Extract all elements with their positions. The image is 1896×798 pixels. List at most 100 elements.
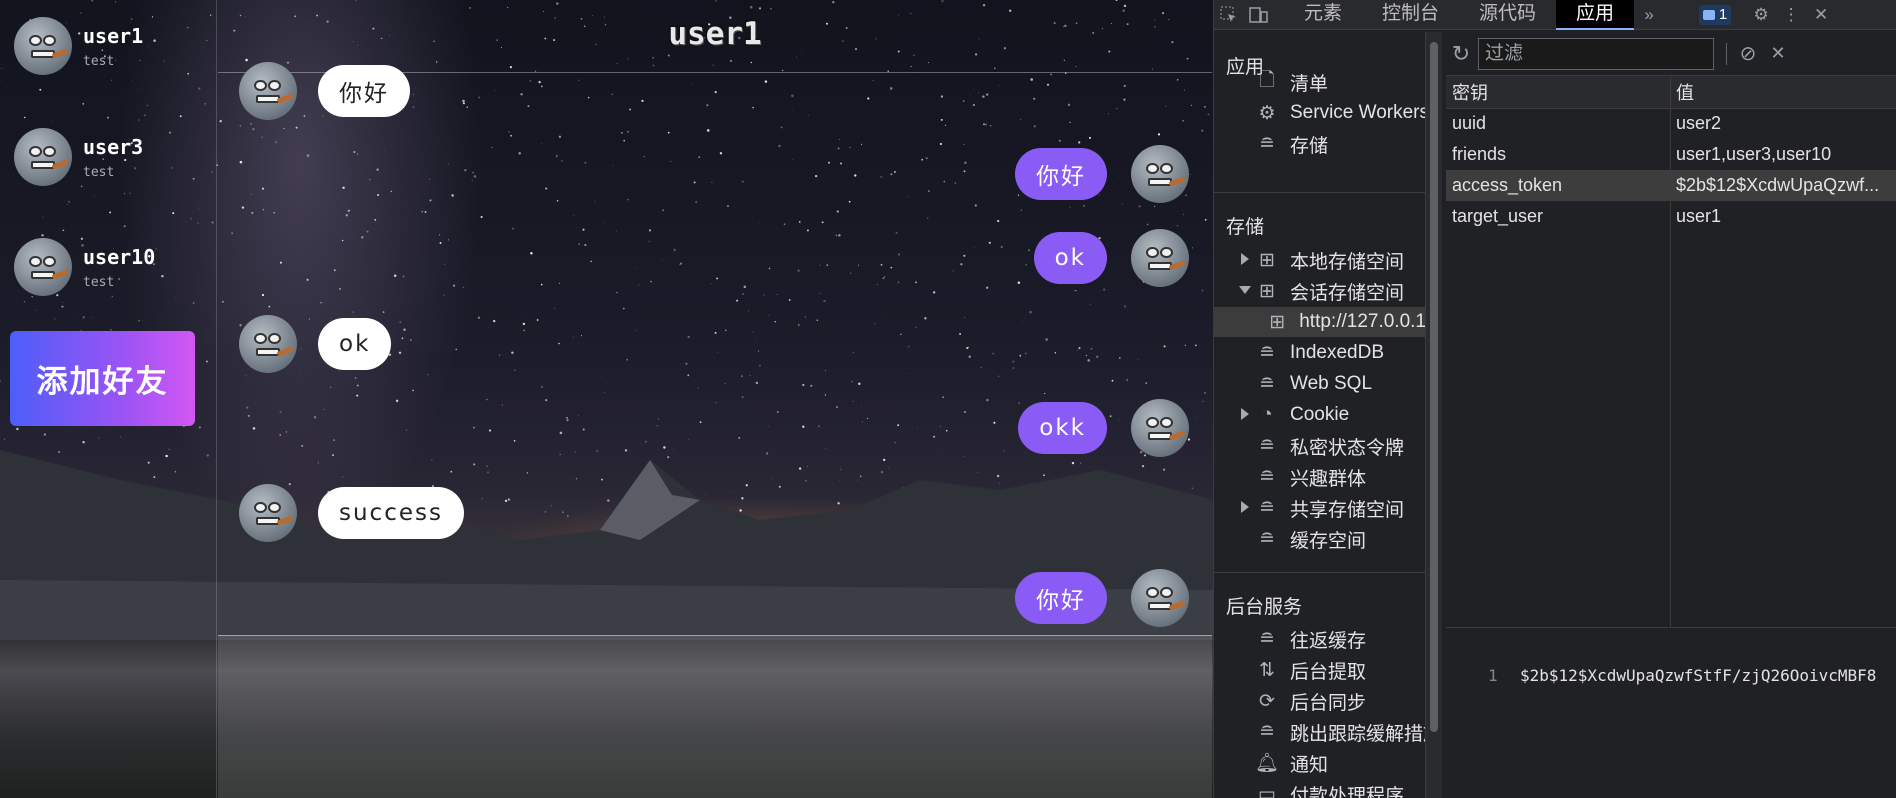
row-value: user1	[1676, 206, 1722, 226]
sync-icon: ⟳	[1259, 690, 1275, 712]
nav-payment-handler[interactable]: ▭ 付款处理程序	[1256, 779, 1404, 798]
column-header-value[interactable]: 值	[1670, 76, 1896, 109]
message-sent: 你好	[1015, 569, 1189, 627]
nav-local-storage[interactable]: ⊞ 本地存储空间	[1256, 245, 1404, 275]
friend-item[interactable]: user1 test	[14, 17, 143, 75]
collapse-caret-icon[interactable]	[1239, 286, 1251, 294]
storage-toolbar: ↻ ⊘ ✕	[1446, 32, 1896, 76]
table-icon: ⊞	[1259, 280, 1275, 302]
kebab-menu-icon[interactable]: ⋮	[1776, 0, 1806, 30]
message-bubble: 你好	[1015, 572, 1107, 624]
device-toolbar-icon[interactable]	[1244, 0, 1274, 30]
nav-bfcache[interactable]: ≘ 往返缓存	[1256, 624, 1366, 654]
more-tabs-icon[interactable]: »	[1634, 0, 1664, 30]
database-icon: ≘	[1259, 721, 1275, 743]
database-icon: ≘	[1259, 435, 1275, 457]
row-value: user1,user3,user10	[1676, 144, 1832, 164]
friend-item[interactable]: user3 test	[14, 128, 143, 186]
message-sent: okk	[1018, 399, 1189, 457]
database-icon: ≘	[1259, 497, 1275, 519]
nav-interest-groups[interactable]: ≘ 兴趣群体	[1256, 462, 1366, 492]
nav-service-workers[interactable]: ⚙ Service Workers	[1256, 98, 1425, 128]
table-row[interactable]: target_user user1	[1446, 201, 1896, 232]
gears-icon: ⚙	[1258, 102, 1276, 124]
settings-gear-icon[interactable]: ⚙	[1746, 0, 1776, 30]
avatar	[239, 315, 297, 373]
scrollbar-thumb[interactable]	[1430, 42, 1438, 732]
storage-table-panel: ↻ ⊘ ✕ 密钥 值 uuid user2 friends user1,user3,…	[1446, 32, 1896, 798]
bell-icon: 🔔︎	[1254, 753, 1280, 774]
expand-caret-icon[interactable]	[1241, 253, 1249, 265]
database-icon: ≘	[1259, 466, 1275, 488]
nav-notifications[interactable]: 🔔︎ 通知	[1254, 748, 1328, 778]
nav-cookies[interactable]: ◔ Cookie	[1256, 400, 1349, 430]
table-row[interactable]: friends user1,user3,user10	[1446, 139, 1896, 170]
nav-session-storage[interactable]: ⊞ 会话存储空间	[1256, 276, 1404, 306]
nav-shared-storage[interactable]: ≘ 共享存储空间	[1256, 493, 1404, 523]
issue-count: 1	[1718, 6, 1728, 23]
message-bubble: 你好	[318, 65, 410, 117]
close-icon[interactable]: ✕	[1806, 0, 1836, 30]
message-icon	[1702, 9, 1715, 20]
column-header-key[interactable]: 密钥	[1446, 76, 1670, 109]
storage-table: 密钥 值 uuid user2 friends user1,user3,user10…	[1446, 76, 1896, 232]
line-number: 1	[1488, 666, 1498, 685]
avatar	[14, 238, 72, 296]
issues-badge[interactable]: 1	[1694, 0, 1736, 30]
arrows-updown-icon: ⇅	[1259, 659, 1275, 681]
friend-item[interactable]: user10 test	[14, 238, 155, 296]
nav-bounce-tracking[interactable]: ≘跳出跟踪缓解措施	[1256, 717, 1425, 747]
row-value: $2b$12$XcdwUpaQzwf...	[1670, 170, 1896, 201]
avatar	[239, 484, 297, 542]
avatar	[1131, 229, 1189, 287]
section-background-services: 后台服务	[1226, 597, 1303, 618]
nav-storage-overview[interactable]: ≘ 存储	[1256, 129, 1328, 159]
friend-name: user1	[83, 23, 144, 48]
devtools-panel: 元素 控制台 源代码 应用 » 1 ⚙ ⋮ ✕ 应用 🗋 清单 ⚙ Service …	[1213, 0, 1896, 798]
message-bubble: ok	[1033, 232, 1107, 284]
row-key: friends	[1452, 144, 1507, 164]
nav-background-fetch[interactable]: ⇅ 后台提取	[1256, 655, 1366, 685]
nav-background-sync[interactable]: ⟳ 后台同步	[1256, 686, 1366, 716]
table-icon: ⊞	[1259, 249, 1275, 271]
expand-caret-icon[interactable]	[1241, 501, 1249, 513]
cookie-icon: ◔	[1261, 404, 1273, 425]
message-received: 你好	[239, 62, 410, 120]
column-divider[interactable]	[1670, 77, 1671, 659]
clear-all-icon[interactable]: ⊘	[1733, 39, 1763, 69]
nav-cache-storage[interactable]: ≘ 缓存空间	[1256, 524, 1366, 554]
message-received: success	[239, 484, 464, 542]
table-row-selected[interactable]: access_token $2b$12$XcdwUpaQzwf...	[1446, 170, 1896, 201]
friend-sidebar: user1 test user3 test user10 test 添加好友	[0, 0, 217, 798]
chat-app: user1 test user3 test user10 test 添加好友 user…	[0, 0, 1213, 798]
tab-elements[interactable]: 元素	[1284, 0, 1362, 30]
file-icon: 🗋	[1259, 70, 1275, 91]
nav-session-origin[interactable]: ⊞ http://127.0.0.1	[1214, 307, 1425, 337]
value-preview-pane: 1 $2b$12$XcdwUpaQzwfStfF/zjQ26OoivcMBF8	[1446, 627, 1896, 798]
friend-name: user3	[83, 134, 144, 159]
inspect-element-icon[interactable]	[1214, 0, 1244, 30]
avatar	[1131, 569, 1189, 627]
section-storage: 存储	[1226, 217, 1265, 238]
friend-status: test	[83, 164, 115, 180]
nav-indexeddb[interactable]: ≘ IndexedDB	[1256, 338, 1384, 368]
nav-websql[interactable]: ≘ Web SQL	[1256, 369, 1372, 399]
devtools-tabbar: 元素 控制台 源代码 应用 » 1 ⚙ ⋮ ✕	[1214, 0, 1896, 30]
nav-private-state-tokens[interactable]: ≘ 私密状态令牌	[1256, 431, 1404, 461]
message-sent: 你好	[1015, 145, 1189, 203]
refresh-icon[interactable]: ↻	[1446, 39, 1476, 69]
table-row[interactable]: uuid user2	[1446, 108, 1896, 139]
tab-sources[interactable]: 源代码	[1459, 0, 1556, 30]
application-sidebar: 应用 🗋 清单 ⚙ Service Workers ≘ 存储 存储 ⊞ 本地存储空间 ⊞…	[1214, 32, 1426, 798]
message-sent: ok	[1033, 229, 1189, 287]
nav-manifest[interactable]: 🗋 清单	[1256, 67, 1328, 97]
expand-caret-icon[interactable]	[1241, 408, 1249, 420]
delete-selected-icon[interactable]: ✕	[1763, 39, 1793, 69]
avatar	[1131, 145, 1189, 203]
sidebar-scrollbar[interactable]	[1426, 32, 1442, 798]
filter-input[interactable]	[1478, 37, 1714, 70]
message-input-area[interactable]	[218, 635, 1212, 798]
add-friend-button[interactable]: 添加好友	[10, 331, 195, 426]
tab-application[interactable]: 应用	[1556, 0, 1635, 30]
tab-console[interactable]: 控制台	[1362, 0, 1459, 30]
